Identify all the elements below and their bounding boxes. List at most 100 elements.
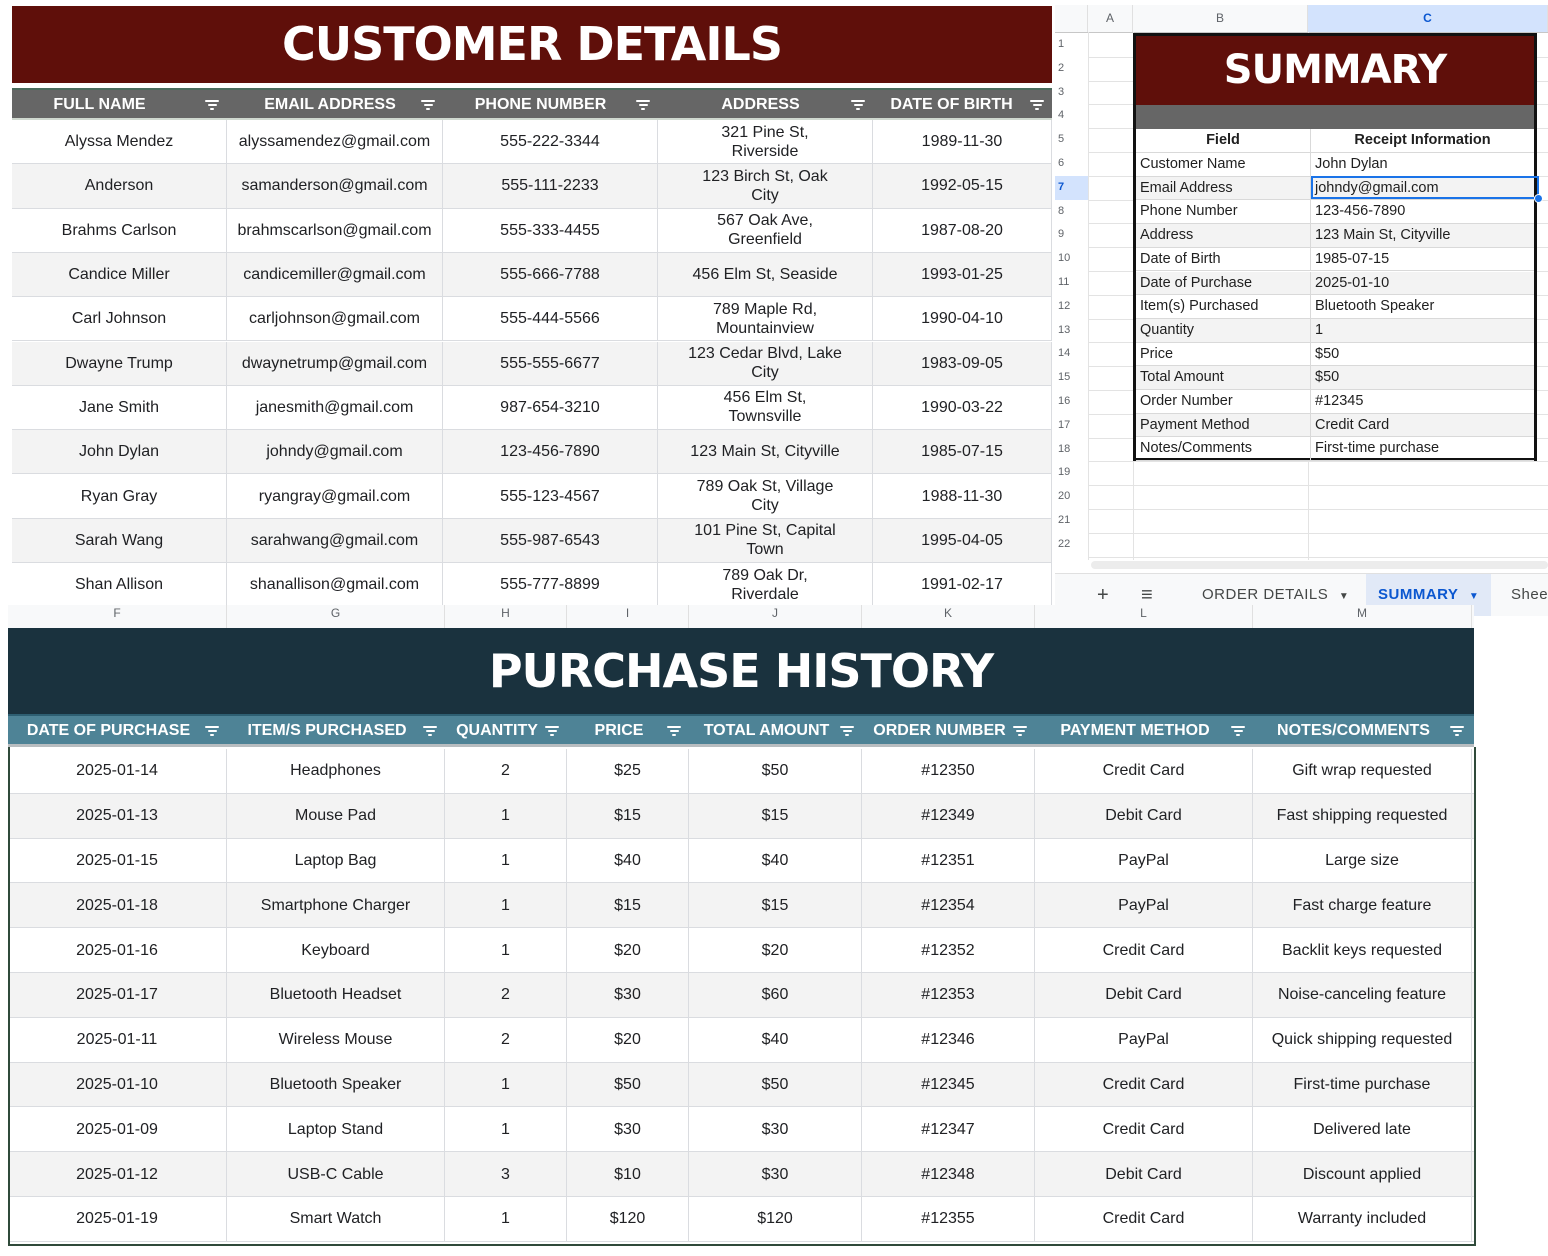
- summary-field-label[interactable]: Phone Number: [1136, 200, 1311, 224]
- table-cell[interactable]: $50: [567, 1062, 689, 1107]
- filter-icon[interactable]: [421, 100, 435, 110]
- row-number[interactable]: 22: [1055, 533, 1088, 557]
- table-cell[interactable]: Ryan Gray: [12, 474, 227, 518]
- column-header[interactable]: QUANTITY: [445, 716, 567, 746]
- table-cell[interactable]: Debit Card: [1035, 1152, 1253, 1196]
- summary-field-label[interactable]: Email Address: [1136, 176, 1311, 200]
- table-cell[interactable]: alyssamendez@gmail.com: [227, 120, 443, 164]
- table-cell[interactable]: 1: [445, 793, 567, 838]
- table-cell[interactable]: 1: [445, 1107, 567, 1152]
- table-cell[interactable]: $30: [689, 1107, 862, 1152]
- column-header[interactable]: NOTES/COMMENTS: [1253, 716, 1472, 746]
- tab-next-sheet[interactable]: Shee: [1511, 574, 1548, 616]
- table-cell[interactable]: Headphones: [227, 749, 445, 793]
- table-cell[interactable]: USB-C Cable: [227, 1152, 445, 1196]
- table-cell[interactable]: #12353: [862, 973, 1035, 1017]
- fill-handle[interactable]: [1534, 194, 1543, 203]
- summary-field-value[interactable]: $50: [1311, 343, 1534, 366]
- table-cell[interactable]: $15: [689, 793, 862, 838]
- table-cell[interactable]: 123 Cedar Blvd, Lake City: [658, 341, 873, 385]
- summary-field-label[interactable]: Date of Birth: [1136, 247, 1311, 271]
- column-letter[interactable]: F: [8, 605, 227, 628]
- table-cell[interactable]: John Dylan: [12, 430, 227, 474]
- table-cell[interactable]: 1990-03-22: [873, 385, 1052, 430]
- table-cell[interactable]: First-time purchase: [1253, 1062, 1472, 1107]
- table-cell[interactable]: 555-777-8899: [443, 563, 658, 607]
- summary-field-label[interactable]: Price: [1136, 342, 1311, 366]
- row-number[interactable]: 15: [1055, 366, 1088, 390]
- table-cell[interactable]: 555-987-6543: [443, 518, 658, 562]
- table-cell[interactable]: brahmscarlson@gmail.com: [227, 208, 443, 252]
- column-header[interactable]: PAYMENT METHOD: [1035, 716, 1253, 746]
- table-cell[interactable]: 2025-01-14: [8, 749, 227, 793]
- table-cell[interactable]: $25: [567, 749, 689, 793]
- row-number[interactable]: 21: [1055, 509, 1088, 533]
- table-cell[interactable]: Credit Card: [1035, 928, 1253, 972]
- table-cell[interactable]: 2025-01-10: [8, 1062, 227, 1107]
- table-cell[interactable]: Gift wrap requested: [1253, 749, 1472, 793]
- table-cell[interactable]: $30: [567, 1107, 689, 1152]
- summary-field-value[interactable]: 123-456-7890: [1311, 200, 1534, 223]
- table-cell[interactable]: 1987-08-20: [873, 208, 1052, 252]
- table-cell[interactable]: Smart Watch: [227, 1197, 445, 1241]
- table-cell[interactable]: 555-123-4567: [443, 474, 658, 518]
- summary-field-label[interactable]: Customer Name: [1136, 153, 1311, 176]
- table-cell[interactable]: Candice Miller: [12, 252, 227, 297]
- row-number[interactable]: 9: [1055, 223, 1088, 247]
- summary-field-label[interactable]: Date of Purchase: [1136, 271, 1311, 295]
- summary-field-value[interactable]: 1: [1311, 319, 1534, 342]
- table-cell[interactable]: 123-456-7890: [443, 430, 658, 474]
- table-cell[interactable]: 2025-01-17: [8, 973, 227, 1017]
- table-cell[interactable]: $50: [689, 1062, 862, 1107]
- table-cell[interactable]: 987-654-3210: [443, 385, 658, 430]
- table-cell[interactable]: 1993-01-25: [873, 252, 1052, 297]
- table-cell[interactable]: Dwayne Trump: [12, 341, 227, 385]
- table-cell[interactable]: Noise-canceling feature: [1253, 973, 1472, 1017]
- filter-icon[interactable]: [636, 100, 650, 110]
- table-cell[interactable]: Credit Card: [1035, 1107, 1253, 1152]
- summary-field-label[interactable]: Payment Method: [1136, 413, 1311, 437]
- table-cell[interactable]: 1990-04-10: [873, 297, 1052, 341]
- table-cell[interactable]: 1: [445, 1197, 567, 1241]
- table-cell[interactable]: #12351: [862, 838, 1035, 883]
- table-cell[interactable]: 555-111-2233: [443, 164, 658, 208]
- table-cell[interactable]: Debit Card: [1035, 793, 1253, 838]
- column-header[interactable]: DATE OF PURCHASE: [8, 716, 227, 746]
- table-cell[interactable]: janesmith@gmail.com: [227, 385, 443, 430]
- summary-field-label[interactable]: Order Number: [1136, 390, 1311, 413]
- table-cell[interactable]: Delivered late: [1253, 1107, 1472, 1152]
- table-cell[interactable]: 555-222-3344: [443, 120, 658, 164]
- row-number[interactable]: 17: [1055, 414, 1088, 438]
- table-cell[interactable]: #12352: [862, 928, 1035, 972]
- summary-field-label[interactable]: Total Amount: [1136, 366, 1311, 389]
- table-cell[interactable]: Warranty included: [1253, 1197, 1472, 1241]
- table-cell[interactable]: Laptop Bag: [227, 838, 445, 883]
- summary-field-label[interactable]: Item(s) Purchased: [1136, 295, 1311, 318]
- table-cell[interactable]: Wireless Mouse: [227, 1017, 445, 1062]
- table-cell[interactable]: Backlit keys requested: [1253, 928, 1472, 972]
- row-number[interactable]: 13: [1055, 319, 1088, 343]
- filter-icon[interactable]: [205, 726, 219, 736]
- table-cell[interactable]: $120: [689, 1197, 862, 1241]
- table-cell[interactable]: PayPal: [1035, 838, 1253, 883]
- filter-icon[interactable]: [1013, 726, 1027, 736]
- summary-field-value[interactable]: Bluetooth Speaker: [1311, 295, 1534, 318]
- table-cell[interactable]: Fast shipping requested: [1253, 793, 1472, 838]
- table-cell[interactable]: Anderson: [12, 164, 227, 208]
- filter-icon[interactable]: [205, 100, 219, 110]
- table-cell[interactable]: Discount applied: [1253, 1152, 1472, 1196]
- table-cell[interactable]: $15: [567, 883, 689, 928]
- table-cell[interactable]: Quick shipping requested: [1253, 1017, 1472, 1062]
- table-cell[interactable]: candicemiller@gmail.com: [227, 252, 443, 297]
- table-cell[interactable]: 1985-07-15: [873, 430, 1052, 474]
- row-number[interactable]: 6: [1055, 152, 1088, 176]
- row-number[interactable]: 8: [1055, 200, 1088, 224]
- table-cell[interactable]: shanallison@gmail.com: [227, 563, 443, 607]
- column-header[interactable]: ITEM/S PURCHASED: [227, 716, 445, 746]
- table-cell[interactable]: Carl Johnson: [12, 297, 227, 341]
- column-letter[interactable]: M: [1253, 605, 1472, 628]
- filter-icon[interactable]: [1450, 726, 1464, 736]
- table-cell[interactable]: Shan Allison: [12, 563, 227, 607]
- table-cell[interactable]: Credit Card: [1035, 1197, 1253, 1241]
- table-cell[interactable]: 456 Elm St, Seaside: [658, 252, 873, 297]
